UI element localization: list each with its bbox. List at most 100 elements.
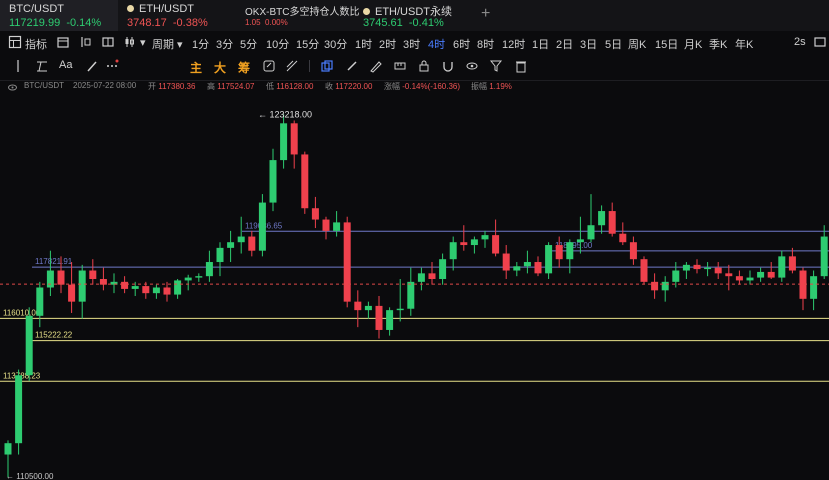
candle-body [174, 280, 182, 295]
big-order-indicator[interactable]: 大 [214, 59, 226, 76]
period-item[interactable]: 2时 [379, 36, 396, 52]
horizontal-line-label: 116010.00 [3, 308, 41, 317]
magnet-icon[interactable] [441, 59, 455, 73]
brush-icon[interactable] [85, 59, 99, 73]
edit-pen-icon[interactable] [345, 59, 359, 73]
refresh-interval[interactable]: 2s [794, 36, 806, 48]
text-tool[interactable]: Aa [59, 59, 72, 71]
period-item[interactable]: 6时 [453, 36, 470, 52]
candle-body [417, 273, 425, 282]
candle-body [311, 208, 319, 220]
eye-icon[interactable] [465, 59, 479, 73]
tab-eth-usdt[interactable]: ETH/USDT 3748.17 -0.38% [118, 0, 236, 31]
period-item[interactable]: 3分 [216, 36, 233, 52]
add-tab-icon[interactable]: + [481, 5, 490, 23]
candle-body [460, 242, 468, 246]
eye-toggle-icon[interactable] [8, 83, 17, 92]
candle-body [428, 273, 436, 280]
dots-menu-icon[interactable] [105, 59, 119, 73]
tab-quote: 117219.99 -0.14% [9, 17, 101, 29]
highlighter-icon[interactable] [369, 59, 383, 73]
period-item[interactable]: 4时 [428, 36, 445, 52]
candle-body [68, 284, 76, 302]
lock-icon[interactable] [417, 59, 431, 73]
vertical-line-icon[interactable] [11, 59, 25, 73]
candle-body [449, 242, 457, 260]
candle-body [290, 123, 298, 155]
period-item[interactable]: 月K [684, 36, 702, 52]
window-icon[interactable] [813, 35, 827, 49]
chart-layout-icon[interactable] [79, 35, 93, 49]
period-item[interactable]: 12时 [502, 36, 525, 52]
ruler-icon[interactable] [393, 59, 407, 73]
period-item[interactable]: 30分 [324, 36, 347, 52]
candle-body [364, 305, 372, 311]
period-item[interactable]: 年K [735, 36, 753, 52]
candle-body [280, 123, 288, 161]
candle-body [640, 259, 648, 282]
measure-icon[interactable] [285, 59, 299, 73]
candle-body [322, 219, 330, 231]
candle-body [608, 211, 616, 234]
period-item[interactable]: 1日 [532, 36, 549, 52]
filter-icon[interactable] [489, 59, 503, 73]
calendar-icon[interactable] [56, 35, 70, 49]
period-item[interactable]: 3时 [403, 36, 420, 52]
symbol-dot-icon [363, 8, 370, 15]
candle-body [46, 270, 54, 288]
high-price-marker: ← 123218.00 [258, 109, 312, 119]
candle-body [57, 270, 65, 285]
ohlc-symbol: BTC/USDT [24, 81, 64, 90]
compare-icon[interactable] [101, 35, 115, 49]
trash-icon[interactable] [514, 59, 528, 73]
copy-icon[interactable] [320, 59, 334, 73]
tab-symbol: ETH/USDT [127, 3, 194, 15]
period-item[interactable]: 8时 [477, 36, 494, 52]
period-item[interactable]: 10分 [266, 36, 289, 52]
candle-body [333, 222, 341, 231]
period-item[interactable]: 5分 [240, 36, 257, 52]
candle-body [407, 281, 415, 309]
candle-body [629, 242, 637, 260]
candle-body [534, 262, 542, 274]
tab-price: 117219.99 [9, 17, 61, 29]
period-item[interactable]: 季K [709, 36, 727, 52]
period-item[interactable]: 周K [628, 36, 646, 52]
candlestick-chart[interactable]: 119086.65118395.00117821.91116010.001152… [0, 95, 829, 480]
period-item[interactable]: 2日 [556, 36, 573, 52]
tab-change: 0.00% [265, 18, 288, 27]
candle-body [343, 222, 351, 302]
candle-body [152, 287, 160, 294]
period-item[interactable]: 15分 [296, 36, 319, 52]
indicator-grid-icon[interactable] [8, 35, 22, 49]
sync-icon[interactable] [262, 59, 276, 73]
tab-okx-ls-ratio[interactable]: OKX-BTC多空持仓人数比 1.05 0.00% [236, 0, 359, 31]
candle-body [269, 160, 277, 203]
period-item[interactable]: 3日 [580, 36, 597, 52]
period-item[interactable]: 1时 [355, 36, 372, 52]
candle-body [757, 271, 765, 278]
main-force-indicator[interactable]: 主 [190, 59, 202, 76]
tab-btc-usdt[interactable]: BTC/USDT 117219.99 -0.14% [0, 0, 118, 31]
period-item[interactable]: 1分 [192, 36, 209, 52]
candle-body [725, 273, 733, 277]
trend-line-icon[interactable] [35, 59, 49, 73]
ohlc-time: 2025-07-22 08:00 [73, 81, 137, 90]
tab-price: 1.05 [245, 18, 261, 27]
period-item[interactable]: 5日 [605, 36, 622, 52]
indicator-button[interactable]: 指标 [25, 36, 47, 52]
candle-type-icon[interactable] [123, 35, 137, 49]
candle-body [375, 305, 383, 330]
candle-body [78, 270, 86, 302]
tab-eth-usdt-perp[interactable]: ETH/USDT永续 3745.61 -0.41% [354, 0, 472, 31]
chip-indicator[interactable]: 筹 [238, 59, 250, 76]
ohlc-change: 涨幅 -0.14%(-160.36) [384, 82, 461, 91]
period-item[interactable]: 15日 [655, 36, 678, 52]
period-dropdown[interactable]: 周期 ▾ [152, 36, 183, 52]
candle-body [767, 271, 775, 278]
candle-body [470, 239, 478, 246]
candle-body [142, 286, 150, 294]
period-menu-arrow[interactable]: ▾ [140, 36, 146, 49]
candle-body [131, 286, 139, 289]
tab-price: 3745.61 [363, 17, 403, 29]
